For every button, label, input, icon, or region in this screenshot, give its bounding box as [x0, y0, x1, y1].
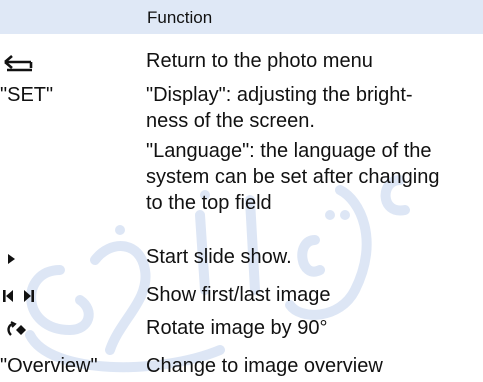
row-description: Show first/last image: [146, 284, 331, 306]
return-arrow-icon: [4, 55, 33, 72]
description-line: "Language": the language of the: [146, 140, 432, 162]
table-row: "Overview" Change to image overview: [0, 353, 483, 381]
table-row: Rotate image by 90°: [0, 315, 483, 343]
first-last-icon: [3, 290, 34, 302]
function-column-header: Function: [147, 8, 213, 27]
description-line: ness of the screen.: [146, 110, 315, 132]
description-line: to the top field: [146, 192, 272, 214]
row-description: Rotate image by 90°: [146, 317, 328, 339]
row-description: "Display": adjusting the bright- ness of…: [146, 82, 483, 216]
row-key: "Overview": [0, 355, 98, 377]
description-line: "Display": adjusting the bright-: [146, 84, 413, 106]
table-row: "SET" "Display": adjusting the bright- n…: [0, 82, 483, 222]
description-line: system can be set after changing: [146, 166, 440, 188]
play-icon: [8, 254, 15, 264]
table-header: Function: [0, 0, 483, 34]
row-description: Change to image overview: [146, 355, 383, 377]
row-description: Return to the photo menu: [146, 50, 373, 72]
table-row: Show first/last image: [0, 282, 483, 310]
table-row: Return to the photo menu: [0, 48, 483, 76]
row-description: Start slide show.: [146, 246, 292, 268]
rotate-icon: [7, 321, 26, 336]
row-key: "SET": [0, 84, 54, 106]
table-row: Start slide show.: [0, 244, 483, 272]
